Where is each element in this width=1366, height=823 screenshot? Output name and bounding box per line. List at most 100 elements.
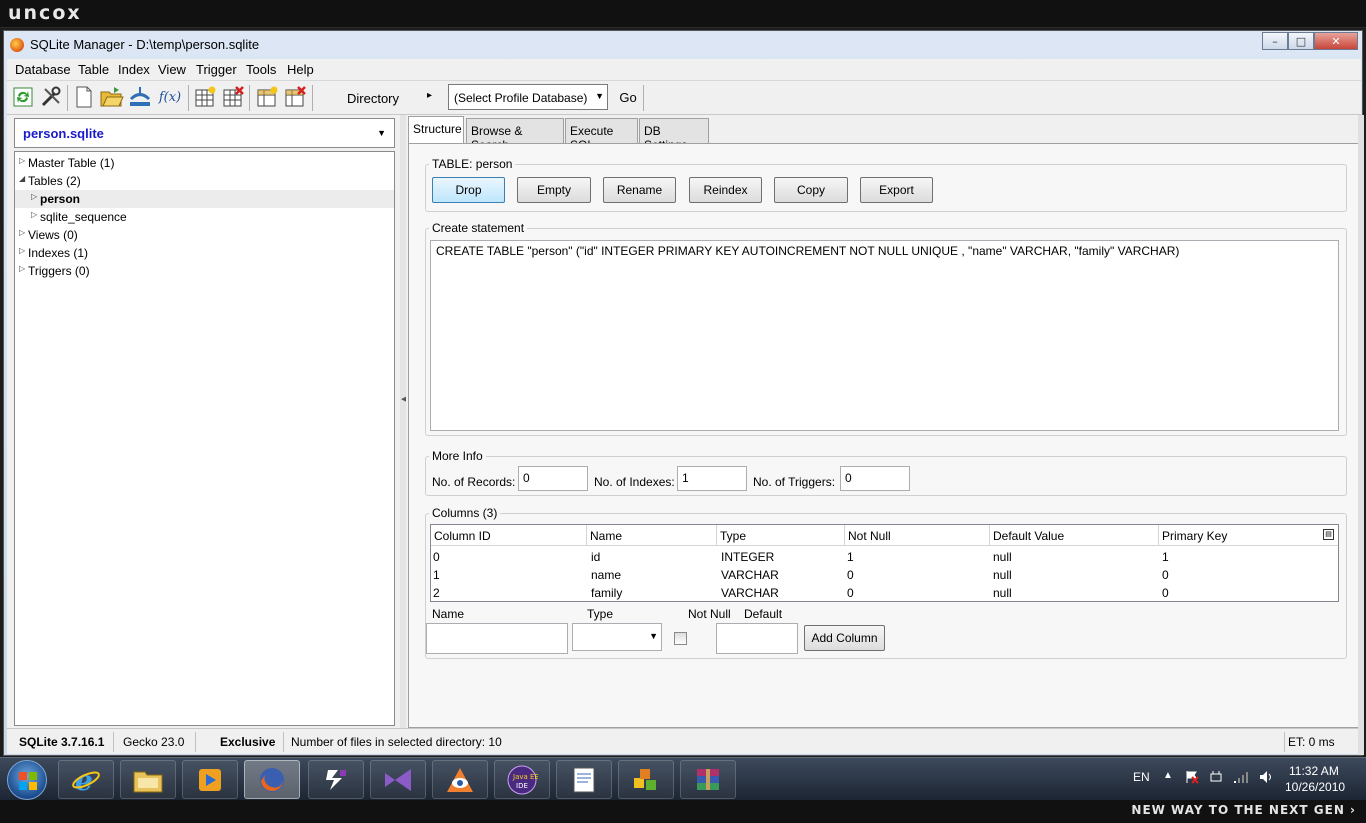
tab-execute-sql[interactable]: Execute SQL bbox=[565, 118, 638, 152]
media-player-icon[interactable] bbox=[182, 760, 238, 799]
menu-help[interactable]: Help bbox=[287, 62, 314, 77]
cell-name: id bbox=[591, 550, 601, 564]
column-picker-icon[interactable]: ▤ bbox=[1323, 529, 1334, 540]
tree-item-indexes[interactable]: ▷ Indexes (1) bbox=[15, 244, 394, 262]
network-icon[interactable] bbox=[1233, 770, 1249, 787]
tree-item-tables[interactable]: ◢ Tables (2) bbox=[15, 172, 394, 190]
add-column-button[interactable]: Add Column bbox=[804, 625, 885, 651]
create-statement-textarea[interactable]: CREATE TABLE "person" ("id" INTEGER PRIM… bbox=[430, 240, 1339, 431]
cell-primary-key: 1 bbox=[1162, 550, 1169, 564]
start-button[interactable] bbox=[7, 760, 47, 800]
add-not-null-label: Not Null bbox=[688, 607, 731, 621]
close-button[interactable]: ✕ bbox=[1314, 32, 1358, 50]
volume-icon[interactable] bbox=[1259, 770, 1273, 787]
tree-item-sqlite-sequence[interactable]: ▷ sqlite_sequence bbox=[15, 208, 394, 226]
firefox-icon[interactable] bbox=[244, 760, 300, 799]
tree-item-triggers[interactable]: ▷ Triggers (0) bbox=[15, 262, 394, 280]
triggers-field[interactable]: 0 bbox=[840, 466, 910, 491]
winrar-icon[interactable] bbox=[680, 760, 736, 799]
ie-icon[interactable]: e bbox=[58, 760, 114, 799]
refresh-icon[interactable] bbox=[11, 85, 35, 109]
visual-studio-icon[interactable] bbox=[370, 760, 426, 799]
column-header-primary-key[interactable]: Primary Key bbox=[1159, 525, 1340, 546]
not-null-checkbox[interactable] bbox=[674, 632, 687, 645]
go-button[interactable]: Go bbox=[614, 84, 642, 110]
cubes-icon[interactable] bbox=[618, 760, 674, 799]
collapse-twisty-icon[interactable]: ◢ bbox=[19, 174, 25, 183]
column-header-id[interactable]: Column ID bbox=[431, 525, 587, 546]
rename-button[interactable]: Rename bbox=[603, 177, 676, 203]
column-header-default[interactable]: Default Value bbox=[990, 525, 1159, 546]
title-bar[interactable]: SQLite Manager - D:\temp\person.sqlite –… bbox=[4, 31, 1362, 59]
copy-button[interactable]: Copy bbox=[774, 177, 848, 203]
watermark-tagline: NEW WAY TO THE NEXT GEN › bbox=[1131, 803, 1356, 817]
new-column-type-select[interactable]: ▼ bbox=[572, 623, 662, 651]
new-column-default-input[interactable] bbox=[716, 623, 798, 654]
directory-arrow-icon[interactable]: ▸ bbox=[427, 90, 432, 101]
windows-logo-icon bbox=[19, 772, 37, 790]
open-db-icon[interactable] bbox=[100, 85, 124, 109]
create-table-icon[interactable] bbox=[193, 85, 217, 109]
java-ee-ide-icon[interactable]: Java EE IDE bbox=[494, 760, 550, 799]
connect-icon[interactable] bbox=[128, 85, 152, 109]
maximize-button[interactable]: □ bbox=[1288, 32, 1314, 50]
new-db-icon[interactable] bbox=[72, 85, 96, 109]
directory-label[interactable]: Directory bbox=[347, 91, 399, 106]
clock-date[interactable]: 10/26/2010 bbox=[1285, 780, 1345, 794]
show-hidden-icons-icon[interactable]: ▲ bbox=[1163, 770, 1173, 781]
expand-twisty-icon[interactable]: ▷ bbox=[19, 156, 25, 165]
drop-table-icon[interactable] bbox=[221, 85, 245, 109]
menu-trigger[interactable]: Trigger bbox=[196, 62, 237, 77]
language-indicator[interactable]: EN bbox=[1133, 770, 1150, 784]
eye-app-icon[interactable] bbox=[432, 760, 488, 799]
action-center-flag-icon[interactable] bbox=[1185, 770, 1199, 787]
tree-item-label: Indexes (1) bbox=[28, 246, 89, 260]
drop-button[interactable]: Drop bbox=[432, 177, 505, 203]
expand-twisty-icon[interactable]: ▷ bbox=[31, 210, 37, 219]
expand-twisty-icon[interactable]: ▷ bbox=[19, 228, 25, 237]
chevron-down-icon: ▼ bbox=[377, 128, 386, 138]
notepad-icon[interactable] bbox=[556, 760, 612, 799]
empty-button[interactable]: Empty bbox=[517, 177, 591, 203]
menu-table[interactable]: Table bbox=[78, 62, 109, 77]
menu-view[interactable]: View bbox=[158, 62, 186, 77]
database-select-value: person.sqlite bbox=[23, 126, 104, 141]
tab-structure[interactable]: Structure bbox=[408, 116, 464, 144]
profile-database-select[interactable]: (Select Profile Database) ▼ bbox=[448, 84, 608, 110]
function-icon[interactable]: f(x) bbox=[156, 85, 184, 109]
tools-icon[interactable] bbox=[39, 85, 63, 109]
expand-twisty-icon[interactable]: ▷ bbox=[31, 192, 37, 201]
power-icon[interactable] bbox=[1209, 770, 1223, 787]
reindex-button[interactable]: Reindex bbox=[689, 177, 762, 203]
drop-index-icon[interactable] bbox=[283, 85, 307, 109]
exclusive-mode[interactable]: Exclusive bbox=[220, 735, 275, 749]
export-button[interactable]: Export bbox=[860, 177, 933, 203]
tree-item-label: Master Table (1) bbox=[28, 156, 115, 170]
menu-database[interactable]: Database bbox=[15, 62, 71, 77]
indexes-field[interactable]: 1 bbox=[677, 466, 747, 491]
column-header-type[interactable]: Type bbox=[717, 525, 845, 546]
menu-tools[interactable]: Tools bbox=[246, 62, 276, 77]
tab-db-settings[interactable]: DB Settings bbox=[639, 118, 709, 152]
sqlite-version: SQLite 3.7.16.1 bbox=[19, 735, 105, 749]
add-name-label: Name bbox=[432, 607, 465, 621]
records-field[interactable]: 0 bbox=[518, 466, 588, 491]
new-column-name-input[interactable] bbox=[426, 623, 568, 654]
database-select[interactable]: person.sqlite ▼ bbox=[14, 118, 395, 148]
tab-browse-search[interactable]: Browse & Search bbox=[466, 118, 564, 152]
tree-item-views[interactable]: ▷ Views (0) bbox=[15, 226, 394, 244]
column-header-not-null[interactable]: Not Null bbox=[845, 525, 990, 546]
expand-twisty-icon[interactable]: ▷ bbox=[19, 264, 25, 273]
cell-type: VARCHAR bbox=[721, 568, 779, 582]
create-index-icon[interactable] bbox=[255, 85, 279, 109]
cell-not-null: 0 bbox=[847, 568, 854, 582]
app-icon[interactable] bbox=[308, 760, 364, 799]
explorer-icon[interactable] bbox=[120, 760, 176, 799]
tree-item-master-table[interactable]: ▷ Master Table (1) bbox=[15, 154, 394, 172]
menu-index[interactable]: Index bbox=[118, 62, 150, 77]
expand-twisty-icon[interactable]: ▷ bbox=[19, 246, 25, 255]
clock-time[interactable]: 11:32 AM bbox=[1289, 764, 1339, 778]
tree-item-person[interactable]: ▷ person bbox=[15, 190, 394, 208]
minimize-button[interactable]: – bbox=[1262, 32, 1288, 50]
column-header-name[interactable]: Name bbox=[587, 525, 717, 546]
